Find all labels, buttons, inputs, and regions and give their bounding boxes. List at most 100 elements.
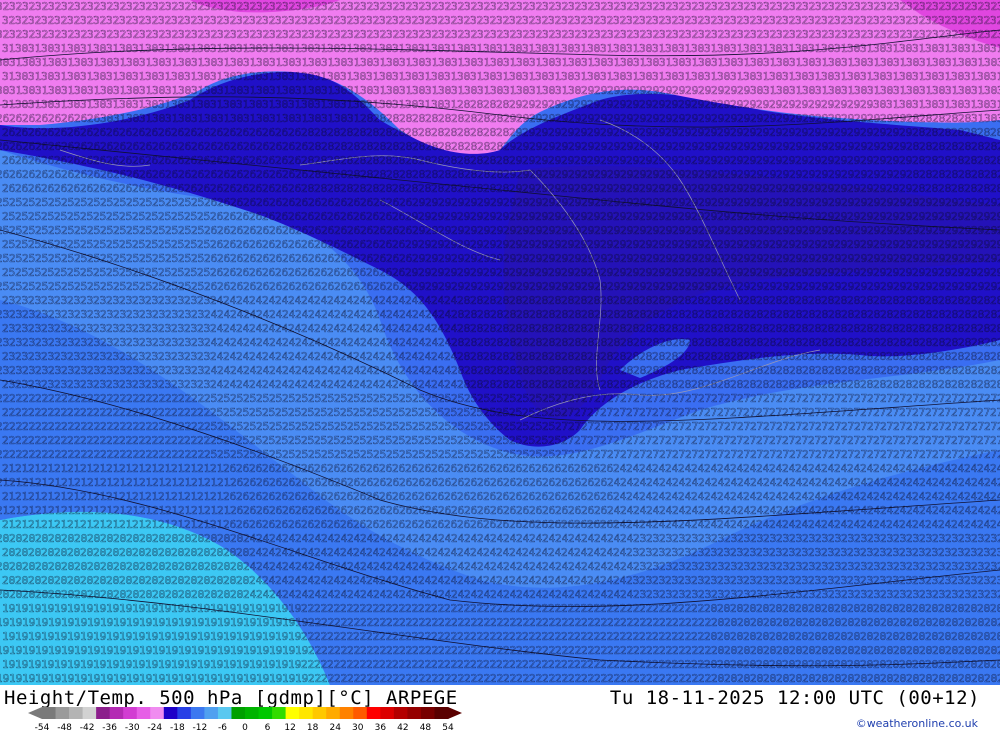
contour-value-label: 29 xyxy=(464,280,477,293)
contour-value-label: 27 xyxy=(646,420,659,433)
contour-value-label: 24 xyxy=(347,560,361,573)
contour-value-label: 23 xyxy=(152,308,165,321)
contour-value-label: 29 xyxy=(776,112,789,125)
contour-value-label: 20 xyxy=(126,588,139,601)
contour-value-label: 27 xyxy=(925,434,938,447)
contour-value-label: 19 xyxy=(191,672,204,685)
contour-value-label: 31 xyxy=(288,98,301,111)
contour-value-label: 22 xyxy=(152,392,165,405)
contour-value-label: 26 xyxy=(321,280,334,293)
contour-value-label: 29 xyxy=(477,196,490,209)
credit-link[interactable]: ©weatheronline.co.uk xyxy=(856,717,978,730)
contour-value-label: 29 xyxy=(561,210,574,223)
contour-value-label: 26 xyxy=(282,224,295,237)
contour-value-label: 20 xyxy=(750,644,763,657)
contour-value-label: 24 xyxy=(724,476,738,489)
contour-value-label: 28 xyxy=(886,350,899,363)
contour-value-label: 29 xyxy=(457,238,470,251)
contour-value-label: 24 xyxy=(964,462,978,475)
contour-value-label: 32 xyxy=(334,0,347,13)
contour-value-label: 29 xyxy=(503,224,516,237)
contour-value-label: 29 xyxy=(769,266,782,279)
contour-value-label: 26 xyxy=(308,252,321,265)
contour-value-label: 26 xyxy=(9,168,22,181)
contour-value-label: 32 xyxy=(977,14,990,27)
contour-value-label: 30 xyxy=(67,70,80,83)
contour-value-label: 20 xyxy=(717,630,730,643)
contour-value-label: 30 xyxy=(100,112,113,125)
contour-value-label: 20 xyxy=(178,560,191,573)
contour-value-label: 22 xyxy=(119,406,132,419)
contour-value-label: 22 xyxy=(665,658,678,671)
contour-value-label: 22 xyxy=(509,602,522,615)
contour-value-label: 29 xyxy=(587,210,600,223)
contour-value-label: 24 xyxy=(269,532,283,545)
contour-value-label: 21 xyxy=(158,490,171,503)
contour-value-label: 32 xyxy=(522,14,535,27)
contour-value-label: 27 xyxy=(886,406,899,419)
contour-value-label: 27 xyxy=(984,392,997,405)
contour-value-label: 23 xyxy=(776,588,789,601)
contour-value-label: 22 xyxy=(360,672,373,685)
contour-value-label: 26 xyxy=(308,280,321,293)
contour-value-label: 28 xyxy=(860,350,873,363)
contour-value-label: 24 xyxy=(542,588,556,601)
contour-value-label: 23 xyxy=(74,364,87,377)
contour-value-label: 23 xyxy=(633,588,646,601)
contour-value-label: 26 xyxy=(119,126,132,139)
contour-value-label: 25 xyxy=(171,210,184,223)
contour-value-label: 28 xyxy=(815,336,828,349)
contour-value-label: 26 xyxy=(41,126,54,139)
contour-value-label: 27 xyxy=(743,434,756,447)
contour-value-label: 32 xyxy=(490,28,503,41)
contour-value-label: 22 xyxy=(529,616,542,629)
contour-value-label: 24 xyxy=(678,490,692,503)
contour-value-label: 24 xyxy=(626,518,640,531)
contour-value-label: 30 xyxy=(41,42,54,55)
contour-value-label: 25 xyxy=(87,224,100,237)
contour-value-label: 29 xyxy=(639,238,652,251)
contour-value-label: 25 xyxy=(451,392,464,405)
contour-value-label: 22 xyxy=(165,420,178,433)
contour-value-label: 24 xyxy=(288,322,302,335)
contour-value-label: 24 xyxy=(301,546,315,559)
contour-value-label: 28 xyxy=(561,294,574,307)
contour-value-label: 23 xyxy=(672,560,685,573)
contour-value-label: 24 xyxy=(906,476,920,489)
contour-value-label: 23 xyxy=(652,574,665,587)
contour-value-label: 26 xyxy=(509,462,522,475)
contour-value-label: 23 xyxy=(15,350,28,363)
contour-value-label: 26 xyxy=(392,266,405,279)
contour-value-label: 32 xyxy=(685,28,698,41)
contour-value-label: 29 xyxy=(535,238,548,251)
contour-value-label: 29 xyxy=(561,238,574,251)
contour-value-label: 24 xyxy=(522,574,536,587)
contour-value-label: 30 xyxy=(22,56,35,69)
contour-value-label: 30 xyxy=(48,84,61,97)
contour-value-label: 27 xyxy=(971,420,984,433)
contour-value-label: 32 xyxy=(945,28,958,41)
contour-value-label: 26 xyxy=(425,504,438,517)
contour-value-label: 24 xyxy=(886,518,900,531)
contour-value-label: 29 xyxy=(893,252,906,265)
contour-value-label: 29 xyxy=(977,210,990,223)
contour-value-label: 30 xyxy=(542,84,555,97)
contour-value-label: 29 xyxy=(483,266,496,279)
contour-value-label: 26 xyxy=(22,140,35,153)
contour-value-label: 23 xyxy=(867,560,880,573)
contour-value-label: 32 xyxy=(470,14,483,27)
contour-value-label: 32 xyxy=(74,28,87,41)
contour-value-label: 24 xyxy=(808,490,822,503)
contour-value-label: 32 xyxy=(724,0,737,13)
contour-value-label: 24 xyxy=(893,504,907,517)
contour-value-label: 30 xyxy=(431,98,444,111)
contour-value-label: 29 xyxy=(795,98,808,111)
contour-value-label: 29 xyxy=(808,266,821,279)
contour-value-label: 20 xyxy=(938,630,951,643)
contour-value-label: 30 xyxy=(873,98,886,111)
legend-tick-label: 24 xyxy=(329,723,340,733)
contour-value-label: 30 xyxy=(67,42,80,55)
contour-value-label: 29 xyxy=(665,154,678,167)
contour-value-label: 31 xyxy=(964,98,977,111)
contour-value-label: 25 xyxy=(139,196,152,209)
